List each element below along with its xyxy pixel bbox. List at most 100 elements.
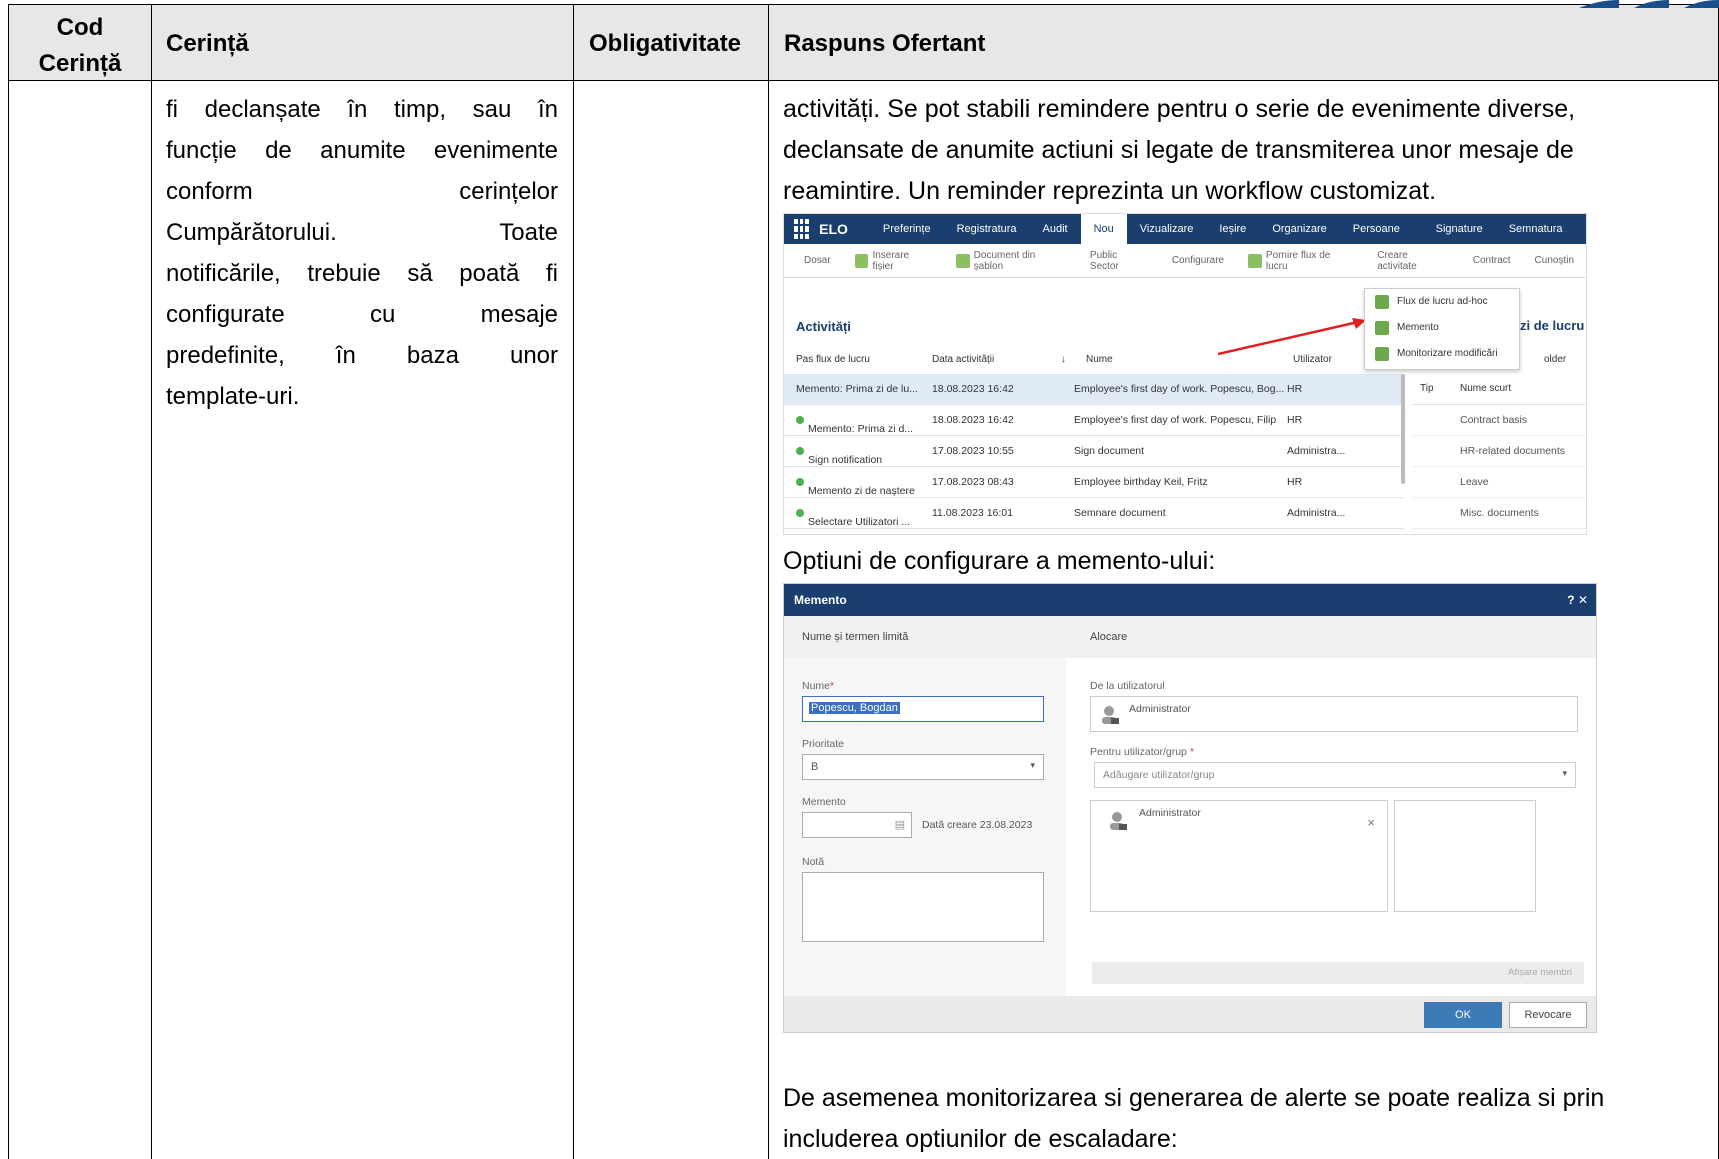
name-value: Popescu, Bogdan bbox=[809, 702, 900, 714]
config-caption: Optiuni de configurare a memento-ului: bbox=[783, 547, 1216, 575]
chevron-down-icon: ▾ bbox=[1030, 760, 1035, 770]
status-dot-icon bbox=[796, 509, 804, 517]
toolbar-contract[interactable]: Contract bbox=[1461, 255, 1523, 266]
list-item[interactable]: Leave bbox=[1412, 467, 1586, 498]
note-label: Notă bbox=[802, 856, 825, 868]
menu-audit[interactable]: Audit bbox=[1030, 214, 1081, 244]
note-textarea[interactable] bbox=[802, 872, 1044, 942]
table-row[interactable]: Memento: Prima zi d... 18.08.2023 16:42 … bbox=[784, 405, 1404, 436]
priority-select[interactable]: B ▾ bbox=[802, 754, 1044, 780]
activities-columns: Pas flux de lucru Data activității ↓ Num… bbox=[796, 354, 1336, 368]
toolbar-dosar[interactable]: Dosar bbox=[792, 255, 843, 266]
toolbar-cunostinte[interactable]: Cunoștin bbox=[1523, 255, 1586, 266]
response-line-2: declansate de anumite actiuni si legate … bbox=[783, 136, 1574, 164]
table-header-divider bbox=[8, 80, 1719, 81]
new-folder-icon bbox=[854, 253, 869, 268]
memento-date-field[interactable]: ▤ bbox=[802, 812, 912, 838]
menu-registratura[interactable]: Registratura bbox=[944, 214, 1030, 244]
list-item[interactable]: Misc. documents bbox=[1412, 498, 1586, 529]
header-cod-line2: Cerință bbox=[38, 50, 122, 77]
section-alocare: Alocare bbox=[1090, 631, 1128, 643]
table-border-left bbox=[8, 4, 9, 1159]
column-header[interactable]: Data activității bbox=[932, 354, 994, 365]
escalation-line-2: includerea optiunilor de escaladare: bbox=[783, 1125, 1178, 1153]
list-scrollbar[interactable] bbox=[1401, 374, 1405, 484]
chevron-down-icon: ▾ bbox=[1562, 768, 1567, 778]
header-cod-cerinta: Cod Cerință bbox=[9, 10, 151, 82]
menu-nou[interactable]: Nou bbox=[1080, 214, 1127, 244]
from-user-label: De la utilizatorul bbox=[1090, 680, 1165, 692]
name-label: Nume* bbox=[802, 680, 835, 692]
menu-persoane-fizice[interactable]: Persoane fizice bbox=[1340, 214, 1423, 265]
menu-semnatura-electronica[interactable]: Semnatura Electr bbox=[1496, 214, 1586, 265]
toolbar-creare-activitate[interactable]: Creare activitate bbox=[1365, 250, 1461, 272]
toolbar-pornire-flux[interactable]: Pornire flux de lucru bbox=[1236, 250, 1365, 272]
creare-activitate-dropdown: Flux de lucru ad-hoc Memento Monitorizar… bbox=[1364, 288, 1520, 370]
show-members-button[interactable]: Afișare membri bbox=[1092, 962, 1584, 984]
members-list bbox=[1394, 800, 1536, 912]
requirement-line: predefinite, în baza unor bbox=[166, 342, 558, 369]
name-field[interactable]: Popescu, Bogdan bbox=[802, 696, 1044, 722]
toolbar-configurare[interactable]: Configurare bbox=[1160, 255, 1236, 266]
elo-brand: ELO bbox=[819, 221, 848, 237]
column-header[interactable]: Pas flux de lucru bbox=[796, 354, 870, 365]
toolbar-document-din-sablon[interactable]: Document din șablon bbox=[944, 250, 1078, 272]
menu-iesire[interactable]: Ieșire bbox=[1206, 214, 1259, 244]
remove-user-icon[interactable]: × bbox=[1367, 815, 1375, 830]
app-grid-icon[interactable] bbox=[794, 219, 810, 239]
cancel-button[interactable]: Revocare bbox=[1509, 1002, 1587, 1028]
table-row[interactable]: Sign notification 17.08.2023 10:55 Sign … bbox=[784, 436, 1404, 467]
priority-label: Prioritate bbox=[802, 738, 845, 750]
menu-preferinte[interactable]: Preferințe bbox=[870, 214, 944, 244]
activities-title: Activități bbox=[796, 319, 851, 334]
priority-value: B bbox=[811, 761, 819, 773]
requirement-line: notificările, trebuie să poată fi bbox=[166, 260, 558, 287]
toolbar-inserare-fisier[interactable]: Inserare fișier bbox=[843, 250, 944, 272]
status-dot-icon bbox=[796, 416, 804, 424]
section-name-deadline: Nume și termen limită bbox=[802, 631, 909, 643]
memento-dialog-screenshot: Memento ? ✕ Nume și termen limită Alocar… bbox=[783, 583, 1597, 1033]
menu-item-flux-ad-hoc[interactable]: Flux de lucru ad-hoc bbox=[1365, 289, 1519, 315]
ok-button[interactable]: OK bbox=[1424, 1002, 1502, 1028]
table-divider-2 bbox=[573, 4, 574, 1159]
table-row[interactable]: Memento: Prima zi de lu... 18.08.2023 16… bbox=[784, 374, 1404, 405]
add-user-placeholder: Adăugare utilizator/grup bbox=[1103, 769, 1215, 781]
menu-item-monitorizare[interactable]: Monitorizare modificări bbox=[1365, 341, 1519, 367]
elo-activities-screenshot: ELO Preferințe Registratura Audit Nou Vi… bbox=[783, 213, 1587, 535]
calendar-icon[interactable]: ▤ bbox=[895, 818, 905, 831]
help-close-icons[interactable]: ? ✕ bbox=[1567, 584, 1588, 616]
user-avatar-icon bbox=[1110, 812, 1127, 830]
column-header[interactable]: Nume bbox=[1086, 354, 1113, 365]
dialog-sections: Nume și termen limită Alocare bbox=[784, 616, 1596, 658]
requirement-line: conform cerințelor bbox=[166, 178, 558, 205]
add-user-select[interactable]: Adăugare utilizator/grup ▾ bbox=[1094, 762, 1576, 788]
list-item[interactable]: HR-related documents bbox=[1412, 436, 1586, 467]
sort-arrow-icon[interactable]: ↓ bbox=[1061, 354, 1066, 365]
table-divider-3 bbox=[768, 4, 769, 1159]
dialog-footer: OK Revocare bbox=[784, 996, 1596, 1032]
status-dot-icon bbox=[796, 447, 804, 455]
table-row[interactable]: Memento zi de naștere 17.08.2023 08:43 E… bbox=[784, 467, 1404, 498]
status-dot-icon bbox=[796, 478, 804, 486]
side-panel-title: zi de lucru bbox=[1520, 318, 1585, 333]
requirement-text: fi declanșate în timp, sau în funcție de… bbox=[166, 89, 558, 417]
from-user-value: Administrator bbox=[1129, 703, 1191, 715]
creation-date: Dată creare 23.08.2023 bbox=[922, 819, 1033, 831]
toolbar-public-sector[interactable]: Public Sector bbox=[1078, 250, 1160, 272]
table-top-border bbox=[8, 4, 1719, 5]
activities-list: Memento: Prima zi de lu... 18.08.2023 16… bbox=[784, 374, 1404, 529]
response-line-3: reamintire. Un reminder reprezinta un wo… bbox=[783, 177, 1437, 205]
table-row[interactable]: Selectare Utilizatori ... 11.08.2023 16:… bbox=[784, 498, 1404, 529]
dialog-title: Memento bbox=[794, 593, 847, 607]
elo-toolbar: Dosar Inserare fișier Document din șablo… bbox=[784, 244, 1586, 278]
right-form-panel: De la utilizatorul Administrator Pentru … bbox=[1068, 658, 1596, 996]
menu-vizualizare[interactable]: Vizualizare bbox=[1127, 214, 1207, 244]
menu-item-memento[interactable]: Memento bbox=[1365, 315, 1519, 341]
header-cerinta: Cerință bbox=[166, 30, 249, 57]
list-item[interactable]: Contract basis bbox=[1412, 405, 1586, 436]
template-document-icon bbox=[955, 253, 970, 268]
table-divider-1 bbox=[151, 4, 152, 1159]
menu-signature[interactable]: Signature bbox=[1423, 214, 1496, 244]
menu-organizare[interactable]: Organizare bbox=[1259, 214, 1339, 244]
requirement-line: configurate cu mesaje bbox=[166, 301, 558, 328]
